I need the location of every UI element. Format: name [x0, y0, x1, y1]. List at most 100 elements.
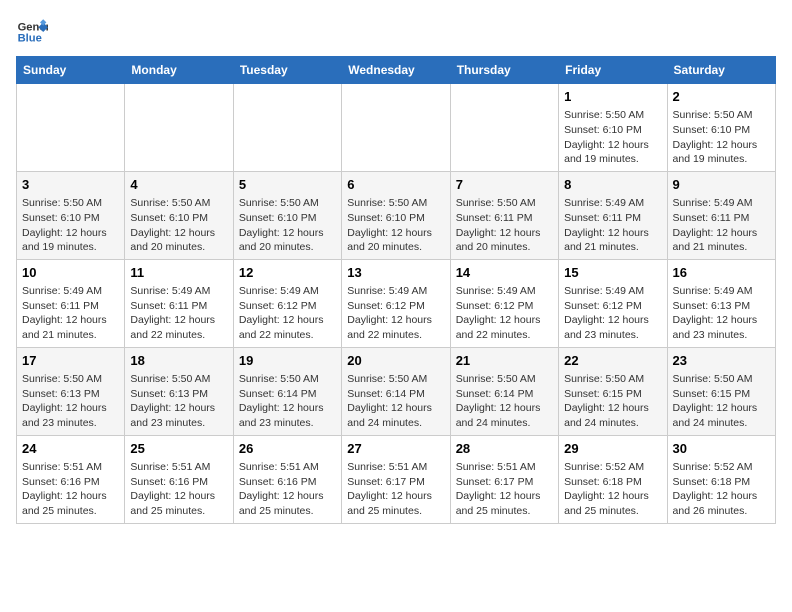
calendar-cell: 20Sunrise: 5:50 AMSunset: 6:14 PMDayligh… [342, 347, 450, 435]
day-number: 6 [347, 176, 444, 194]
calendar-cell: 8 Sunrise: 5:49 AMSunset: 6:11 PMDaylight… [559, 171, 667, 259]
calendar-cell: 30 Sunrise: 5:52 AMSunset: 6:18 PMDayligh… [667, 435, 775, 523]
calendar-cell: 16 Sunrise: 5:49 AMSunset: 6:13 PMDayligh… [667, 259, 775, 347]
day-info: Sunrise: 5:49 AMSunset: 6:12 PMDaylight:… [456, 284, 553, 343]
calendar-cell: 24 Sunrise: 5:51 AMSunset: 6:16 PMDayligh… [17, 435, 125, 523]
day-info: Sunrise: 5:49 AMSunset: 6:11 PMDaylight:… [564, 196, 661, 255]
calendar-cell: 19 Sunrise: 5:50 AMSunset: 6:14 PMDayligh… [233, 347, 341, 435]
day-number: 3 [22, 176, 119, 194]
week-row-5: 24 Sunrise: 5:51 AMSunset: 6:16 PMDayligh… [17, 435, 776, 523]
day-info: Sunrise: 5:49 AMSunset: 6:13 PMDaylight:… [673, 284, 770, 343]
weekday-header-sunday: Sunday [17, 57, 125, 84]
calendar-body: 1 Sunrise: 5:50 AMSunset: 6:10 PMDaylight… [17, 84, 776, 524]
day-number: 1 [564, 88, 661, 106]
calendar-cell: 21Sunrise: 5:50 AMSunset: 6:14 PMDayligh… [450, 347, 558, 435]
day-info: Sunrise: 5:49 AMSunset: 6:12 PMDaylight:… [347, 284, 444, 343]
logo-icon: General Blue [16, 16, 48, 48]
calendar-cell: 23 Sunrise: 5:50 AMSunset: 6:15 PMDayligh… [667, 347, 775, 435]
day-info: Sunrise: 5:50 AMSunset: 6:10 PMDaylight:… [239, 196, 336, 255]
week-row-1: 1 Sunrise: 5:50 AMSunset: 6:10 PMDaylight… [17, 84, 776, 172]
day-number: 23 [673, 352, 770, 370]
calendar-cell [17, 84, 125, 172]
day-info: Sunrise: 5:50 AMSunset: 6:14 PMDaylight:… [456, 372, 553, 431]
day-info: Sunrise: 5:50 AMSunset: 6:10 PMDaylight:… [22, 196, 119, 255]
day-number: 18 [130, 352, 227, 370]
calendar-cell: 28 Sunrise: 5:51 AMSunset: 6:17 PMDayligh… [450, 435, 558, 523]
svg-text:Blue: Blue [18, 33, 42, 45]
week-row-4: 17 Sunrise: 5:50 AMSunset: 6:13 PMDayligh… [17, 347, 776, 435]
day-number: 29 [564, 440, 661, 458]
calendar-cell: 18 Sunrise: 5:50 AMSunset: 6:13 PMDayligh… [125, 347, 233, 435]
day-info: Sunrise: 5:51 AMSunset: 6:17 PMDaylight:… [456, 460, 553, 519]
calendar-cell: 27Sunrise: 5:51 AMSunset: 6:17 PMDayligh… [342, 435, 450, 523]
day-number: 28 [456, 440, 553, 458]
calendar-cell: 14 Sunrise: 5:49 AMSunset: 6:12 PMDayligh… [450, 259, 558, 347]
day-info: Sunrise: 5:51 AMSunset: 6:16 PMDaylight:… [130, 460, 227, 519]
day-info: Sunrise: 5:51 AMSunset: 6:16 PMDaylight:… [22, 460, 119, 519]
day-number: 30 [673, 440, 770, 458]
day-number: 11 [130, 264, 227, 282]
day-info: Sunrise: 5:50 AMSunset: 6:10 PMDaylight:… [130, 196, 227, 255]
day-number: 2 [673, 88, 770, 106]
day-number: 16 [673, 264, 770, 282]
day-number: 7 [456, 176, 553, 194]
day-number: 22 [564, 352, 661, 370]
calendar-cell: 5Sunrise: 5:50 AMSunset: 6:10 PMDaylight… [233, 171, 341, 259]
day-number: 24 [22, 440, 119, 458]
day-info: Sunrise: 5:50 AMSunset: 6:15 PMDaylight:… [564, 372, 661, 431]
calendar-cell: 22 Sunrise: 5:50 AMSunset: 6:15 PMDayligh… [559, 347, 667, 435]
day-info: Sunrise: 5:49 AMSunset: 6:12 PMDaylight:… [239, 284, 336, 343]
logo: General Blue [16, 16, 52, 48]
calendar-cell: 4 Sunrise: 5:50 AMSunset: 6:10 PMDaylight… [125, 171, 233, 259]
day-info: Sunrise: 5:50 AMSunset: 6:10 PMDaylight:… [347, 196, 444, 255]
weekday-header-row: SundayMondayTuesdayWednesdayThursdayFrid… [17, 57, 776, 84]
day-info: Sunrise: 5:50 AMSunset: 6:14 PMDaylight:… [239, 372, 336, 431]
day-number: 13 [347, 264, 444, 282]
calendar-cell: 12Sunrise: 5:49 AMSunset: 6:12 PMDayligh… [233, 259, 341, 347]
calendar-cell: 15 Sunrise: 5:49 AMSunset: 6:12 PMDayligh… [559, 259, 667, 347]
week-row-2: 3 Sunrise: 5:50 AMSunset: 6:10 PMDaylight… [17, 171, 776, 259]
day-number: 15 [564, 264, 661, 282]
day-number: 4 [130, 176, 227, 194]
day-info: Sunrise: 5:52 AMSunset: 6:18 PMDaylight:… [673, 460, 770, 519]
day-number: 19 [239, 352, 336, 370]
day-number: 9 [673, 176, 770, 194]
calendar-cell [342, 84, 450, 172]
weekday-header-wednesday: Wednesday [342, 57, 450, 84]
calendar-cell: 11 Sunrise: 5:49 AMSunset: 6:11 PMDayligh… [125, 259, 233, 347]
header: General Blue [16, 16, 776, 48]
day-info: Sunrise: 5:49 AMSunset: 6:11 PMDaylight:… [22, 284, 119, 343]
calendar-cell: 13 Sunrise: 5:49 AMSunset: 6:12 PMDayligh… [342, 259, 450, 347]
day-number: 27 [347, 440, 444, 458]
calendar-cell: 26Sunrise: 5:51 AMSunset: 6:16 PMDayligh… [233, 435, 341, 523]
calendar-cell: 6 Sunrise: 5:50 AMSunset: 6:10 PMDaylight… [342, 171, 450, 259]
day-number: 8 [564, 176, 661, 194]
day-info: Sunrise: 5:50 AMSunset: 6:11 PMDaylight:… [456, 196, 553, 255]
day-info: Sunrise: 5:52 AMSunset: 6:18 PMDaylight:… [564, 460, 661, 519]
calendar-cell: 25Sunrise: 5:51 AMSunset: 6:16 PMDayligh… [125, 435, 233, 523]
weekday-header-tuesday: Tuesday [233, 57, 341, 84]
day-info: Sunrise: 5:50 AMSunset: 6:13 PMDaylight:… [22, 372, 119, 431]
day-info: Sunrise: 5:50 AMSunset: 6:15 PMDaylight:… [673, 372, 770, 431]
calendar-cell: 3 Sunrise: 5:50 AMSunset: 6:10 PMDaylight… [17, 171, 125, 259]
calendar-cell [233, 84, 341, 172]
day-info: Sunrise: 5:49 AMSunset: 6:12 PMDaylight:… [564, 284, 661, 343]
weekday-header-thursday: Thursday [450, 57, 558, 84]
day-info: Sunrise: 5:49 AMSunset: 6:11 PMDaylight:… [673, 196, 770, 255]
day-info: Sunrise: 5:51 AMSunset: 6:16 PMDaylight:… [239, 460, 336, 519]
day-info: Sunrise: 5:49 AMSunset: 6:11 PMDaylight:… [130, 284, 227, 343]
day-number: 14 [456, 264, 553, 282]
day-info: Sunrise: 5:50 AMSunset: 6:10 PMDaylight:… [673, 108, 770, 167]
day-info: Sunrise: 5:50 AMSunset: 6:14 PMDaylight:… [347, 372, 444, 431]
weekday-header-saturday: Saturday [667, 57, 775, 84]
day-info: Sunrise: 5:50 AMSunset: 6:13 PMDaylight:… [130, 372, 227, 431]
day-number: 10 [22, 264, 119, 282]
calendar-cell [450, 84, 558, 172]
calendar-cell [125, 84, 233, 172]
week-row-3: 10 Sunrise: 5:49 AMSunset: 6:11 PMDayligh… [17, 259, 776, 347]
calendar-cell: 2 Sunrise: 5:50 AMSunset: 6:10 PMDaylight… [667, 84, 775, 172]
day-number: 17 [22, 352, 119, 370]
calendar-cell: 7 Sunrise: 5:50 AMSunset: 6:11 PMDaylight… [450, 171, 558, 259]
calendar-table: SundayMondayTuesdayWednesdayThursdayFrid… [16, 56, 776, 524]
calendar-cell: 9 Sunrise: 5:49 AMSunset: 6:11 PMDaylight… [667, 171, 775, 259]
